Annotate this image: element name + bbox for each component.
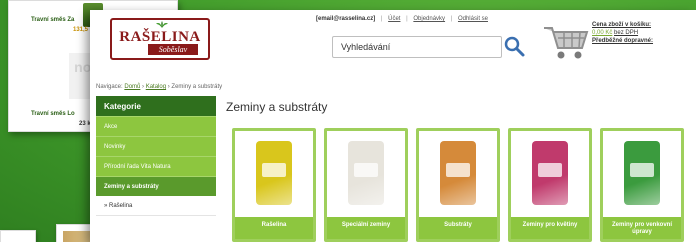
background-product-name: Travní směs Lo — [31, 111, 75, 117]
background-card-small — [0, 230, 36, 242]
orders-link[interactable]: Objednávky — [413, 16, 445, 22]
main-window: RAŠELINA Soběslav [email@rasselina.cz] |… — [90, 10, 696, 242]
sidebar-subitem-raselina[interactable]: » Rašelina — [96, 196, 216, 216]
cart-price-note: bez DPH — [614, 30, 639, 36]
search-icon[interactable] — [502, 34, 526, 58]
product-name: Speciální zeminy — [327, 217, 405, 239]
product-card[interactable]: Speciální zeminy — [324, 128, 408, 242]
product-card[interactable]: Zeminy pro květiny — [508, 128, 592, 242]
cart-shipping: Předběžné dopravné: — [592, 38, 654, 44]
account-link[interactable]: Účet — [388, 16, 400, 22]
sidebar-heading: Kategorie — [96, 96, 216, 116]
user-email: [email@rasselina.cz] — [316, 16, 376, 22]
product-card[interactable]: Rašelina — [232, 128, 316, 242]
site-logo[interactable]: RAŠELINA Soběslav — [110, 18, 210, 60]
background-product-name: Travní směs Za — [31, 17, 75, 23]
sidebar-item-novinky[interactable]: Novinky — [96, 136, 216, 156]
sidebar-item-vita-natura[interactable]: Přírodní řada Vita Natura — [96, 156, 216, 176]
logo-subtitle: Soběslav — [148, 44, 198, 55]
account-links: [email@rasselina.cz] | Účet | Objednávky… — [316, 16, 488, 22]
cart-price: 0,00 Kč — [592, 30, 613, 36]
breadcrumb-home[interactable]: Domů — [124, 84, 140, 90]
sidebar-item-zeminy[interactable]: Zeminy a substráty — [96, 176, 216, 196]
product-name: Zeminy pro květiny — [511, 217, 589, 239]
search-input[interactable]: Vyhledávání — [332, 36, 502, 58]
background-product-price: 23 k — [79, 121, 91, 127]
product-image — [256, 141, 292, 205]
cart-icon[interactable] — [542, 22, 590, 62]
product-image — [624, 141, 660, 205]
product-image — [348, 141, 384, 205]
breadcrumb-current: Zeminy a substráty — [171, 84, 223, 90]
leaf-icon — [156, 21, 168, 28]
cart-summary[interactable]: Cena zboží v košíku: 0,00 Kč bez DPH Pře… — [592, 21, 692, 45]
product-image — [440, 141, 476, 205]
product-name: Zeminy pro venkovní úpravy — [603, 217, 681, 239]
breadcrumb: Navigace: Domů › Katalog › Zeminy a subs… — [96, 84, 223, 90]
category-sidebar: Kategorie Akce Novinky Přírodní řada Vit… — [96, 96, 216, 216]
breadcrumb-prefix: Navigace: — [96, 84, 123, 90]
product-name: Substráty — [419, 217, 497, 239]
product-name: Rašelina — [235, 217, 313, 239]
background-product-price: 131,5 — [73, 27, 89, 33]
page-title: Zeminy a substráty — [226, 100, 328, 114]
logout-link[interactable]: Odhlásit se — [458, 16, 488, 22]
breadcrumb-catalog[interactable]: Katalog — [146, 84, 166, 90]
cart-title: Cena zboží v košíku: — [592, 22, 652, 28]
product-card[interactable]: Zeminy pro venkovní úpravy — [600, 128, 684, 242]
product-card[interactable]: Substráty — [416, 128, 500, 242]
product-image — [532, 141, 568, 205]
sidebar-item-akce[interactable]: Akce — [96, 116, 216, 136]
